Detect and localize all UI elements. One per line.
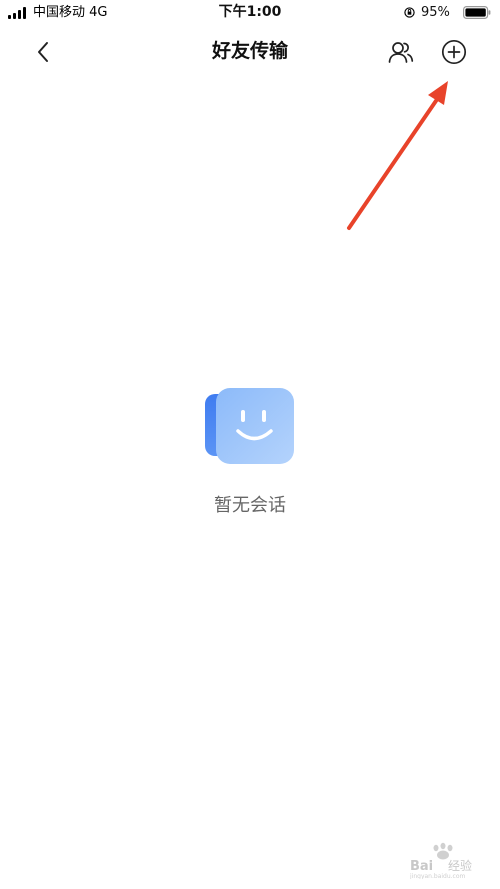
svg-text:jingyan.baidu.com: jingyan.baidu.com — [409, 873, 466, 879]
annotation-arrow-icon — [347, 81, 448, 230]
battery-icon — [463, 6, 491, 19]
friends-icon — [388, 42, 414, 63]
empty-state-message: 暂无会话 — [214, 495, 286, 516]
battery-percent: 95% — [421, 5, 450, 20]
add-circle-icon — [441, 39, 467, 65]
smiley-chat-icon — [205, 388, 294, 464]
page-title: 好友传输 — [211, 40, 288, 62]
orientation-lock-icon — [404, 7, 415, 18]
status-bar: 中国移动 4G 下午1:00 95% — [0, 0, 500, 28]
add-button[interactable] — [439, 37, 469, 67]
svg-text:Bai: Bai — [410, 859, 433, 874]
svg-text:经验: 经验 — [448, 858, 472, 873]
baidu-watermark-logo: Bai 经验 jingyan.baidu.com — [409, 842, 472, 879]
friends-button[interactable] — [385, 37, 417, 67]
